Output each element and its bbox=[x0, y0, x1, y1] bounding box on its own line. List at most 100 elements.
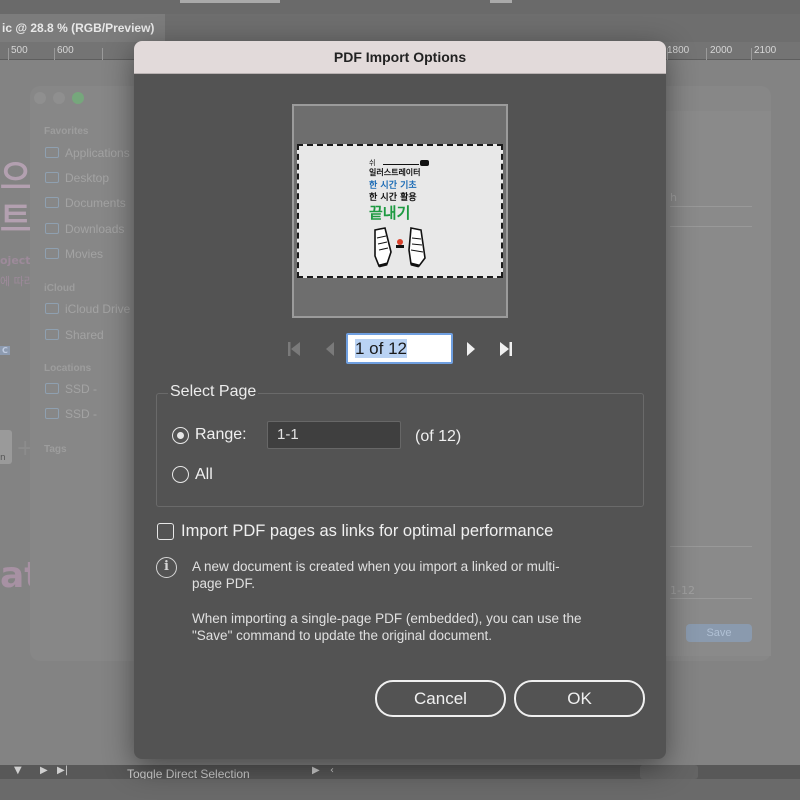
sidebar-section-icloud: iCloud bbox=[44, 283, 76, 294]
sidebar-item-label: Desktop bbox=[65, 171, 110, 185]
cover-line: 끝내기 bbox=[369, 204, 411, 222]
previous-page-button[interactable] bbox=[320, 333, 340, 365]
info-text: A new document is created when you impor… bbox=[192, 559, 560, 574]
range-label[interactable]: Range: bbox=[195, 426, 247, 444]
chevron-down-icon[interactable]: ▼ bbox=[14, 765, 22, 776]
document-icon bbox=[45, 197, 59, 208]
ruler-tick bbox=[54, 48, 55, 60]
finder-range-text: 1-12 bbox=[670, 584, 695, 597]
sidebar-item-downloads[interactable]: Downloads bbox=[45, 222, 124, 238]
sneakers-illustration bbox=[374, 227, 426, 268]
page-number-input[interactable]: 1 of 12 bbox=[346, 333, 453, 364]
cloud-icon bbox=[45, 303, 59, 314]
last-page-button[interactable] bbox=[496, 333, 516, 365]
book-cover-thumbnail: 쉬 일러스트레이터 한 시간 기초 한 시간 활용 끝내기 bbox=[369, 158, 429, 270]
status-bar-lower bbox=[0, 779, 800, 800]
document-tab[interactable]: ic @ 28.8 % (RGB/Preview) bbox=[0, 14, 165, 42]
last-page-icon bbox=[500, 342, 512, 356]
sidebar-item-movies[interactable]: Movies bbox=[45, 247, 103, 263]
top-strip-swatch bbox=[180, 0, 280, 3]
search-field-text: h bbox=[670, 191, 677, 204]
next-page-button[interactable] bbox=[461, 333, 481, 365]
canvas-text: oject bbox=[0, 254, 31, 267]
divider bbox=[670, 598, 752, 599]
drive-icon bbox=[45, 408, 59, 419]
sidebar-item-ssd[interactable]: SSD - bbox=[45, 407, 97, 423]
import-as-links-checkbox[interactable] bbox=[157, 523, 174, 540]
cover-badge bbox=[420, 160, 429, 166]
window-minimize-icon[interactable] bbox=[53, 92, 65, 104]
cancel-button[interactable]: Cancel bbox=[375, 680, 506, 717]
select-page-group bbox=[156, 393, 644, 507]
sidebar-item-ssd[interactable]: SSD - bbox=[45, 382, 97, 398]
info-icon: i bbox=[156, 557, 177, 578]
info-text: page PDF. bbox=[192, 576, 256, 591]
sidebar-item-documents[interactable]: Documents bbox=[45, 196, 126, 212]
shared-folder-icon bbox=[45, 329, 59, 340]
sidebar-item-label: Shared bbox=[65, 328, 104, 342]
scroll-indicator[interactable] bbox=[640, 765, 698, 779]
select-page-title: Select Page bbox=[168, 383, 259, 401]
canvas-text: 트 bbox=[0, 200, 32, 240]
ruler-label: 600 bbox=[57, 45, 74, 56]
range-input[interactable]: 1-1 bbox=[267, 421, 401, 449]
info-text: "Save" command to update the original do… bbox=[192, 628, 493, 643]
cover-rule bbox=[383, 164, 419, 165]
sidebar-section-locations: Locations bbox=[44, 363, 92, 374]
sidebar-section-favorites: Favorites bbox=[44, 126, 89, 137]
window-close-icon[interactable] bbox=[34, 92, 46, 104]
sidebar-item-desktop[interactable]: Desktop bbox=[45, 171, 109, 187]
status-bar: ▼ ▶ ▶| Toggle Direct Selection ▶ ‹ bbox=[0, 765, 800, 800]
cover-line: 일러스트레이터 bbox=[369, 168, 421, 177]
divider bbox=[670, 226, 752, 227]
applications-icon bbox=[45, 147, 59, 158]
divider bbox=[670, 206, 752, 207]
divider bbox=[670, 546, 752, 547]
top-strip-swatch bbox=[490, 0, 512, 3]
ruler-label: 1800 bbox=[667, 45, 690, 56]
sidebar-item-label: SSD - bbox=[65, 407, 98, 421]
import-as-links-label[interactable]: Import PDF pages as links for optimal pe… bbox=[181, 522, 553, 541]
ruler-label: 500 bbox=[11, 45, 28, 56]
canvas-text: n bbox=[0, 453, 6, 463]
drive-icon bbox=[45, 383, 59, 394]
ruler-tick bbox=[8, 48, 9, 60]
next-page-icon bbox=[467, 342, 475, 356]
all-pages-label[interactable]: All bbox=[195, 466, 213, 484]
sidebar-item-label: Downloads bbox=[65, 222, 125, 236]
range-total-label: (of 12) bbox=[415, 428, 462, 445]
ok-button[interactable]: OK bbox=[514, 680, 645, 717]
sidebar-section-tags: Tags bbox=[44, 444, 67, 455]
sidebar-item-icloud-drive[interactable]: iCloud Drive bbox=[45, 302, 130, 318]
previous-page-icon bbox=[326, 342, 334, 356]
all-pages-radio[interactable] bbox=[172, 466, 189, 483]
ruler-label: 2000 bbox=[710, 45, 733, 56]
ruler-label: 2100 bbox=[754, 45, 777, 56]
first-page-button[interactable] bbox=[284, 333, 304, 365]
page-preview: 쉬 일러스트레이터 한 시간 기초 한 시간 활용 끝내기 bbox=[292, 104, 508, 318]
sidebar-item-shared[interactable]: Shared bbox=[45, 328, 104, 344]
sidebar-item-applications[interactable]: Applications bbox=[45, 146, 130, 162]
play-icon[interactable]: ▶ bbox=[40, 765, 48, 776]
chevron-left-icon[interactable]: ‹ bbox=[330, 765, 334, 776]
skip-end-icon[interactable]: ▶| bbox=[57, 765, 68, 776]
first-page-icon bbox=[288, 342, 300, 356]
range-radio[interactable] bbox=[172, 427, 189, 444]
top-strip bbox=[0, 0, 800, 14]
window-zoom-icon[interactable] bbox=[72, 92, 84, 104]
sidebar-item-label: Applications bbox=[65, 146, 130, 160]
page-number-value: 1 of 12 bbox=[355, 339, 407, 358]
download-icon bbox=[45, 223, 59, 234]
canvas-text: 에 따라 bbox=[0, 275, 34, 288]
movie-icon bbox=[45, 248, 59, 259]
ruler-tick bbox=[706, 48, 707, 60]
desktop-icon bbox=[45, 172, 59, 183]
pdf-import-options-dialog: PDF Import Options 쉬 일러스트레이터 한 시간 기초 한 시… bbox=[134, 41, 666, 759]
finder-right-panel bbox=[666, 111, 771, 656]
ruler-tick bbox=[102, 48, 103, 60]
sidebar-item-label: Movies bbox=[65, 247, 104, 261]
dialog-title: PDF Import Options bbox=[134, 41, 666, 74]
preview-page-thumbnail: 쉬 일러스트레이터 한 시간 기초 한 시간 활용 끝내기 bbox=[297, 144, 503, 278]
finder-save-button[interactable]: Save bbox=[686, 624, 752, 642]
play-icon[interactable]: ▶ bbox=[312, 765, 320, 776]
